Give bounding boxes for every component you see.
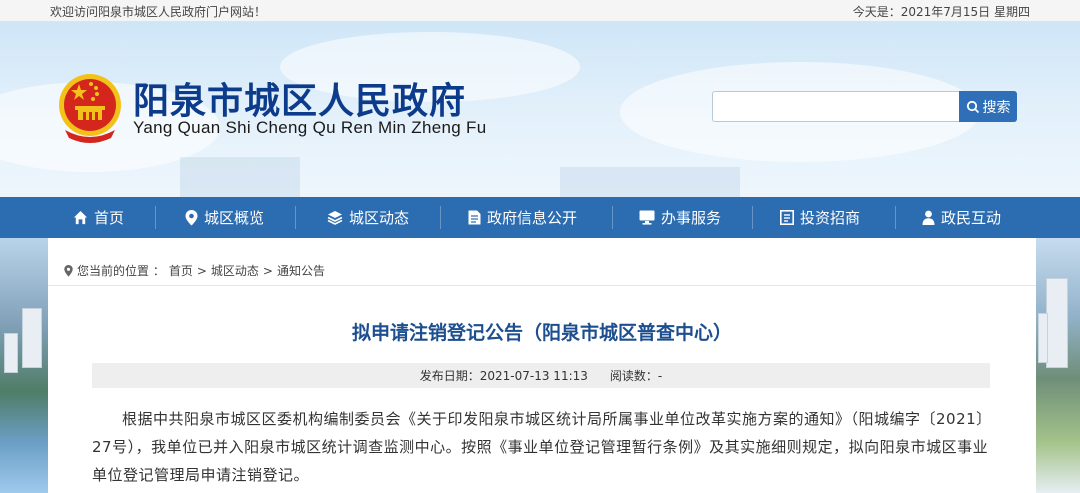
- nav-item-home[interactable]: 首页: [73, 197, 124, 238]
- breadcrumb-link-notices[interactable]: 通知公告: [277, 262, 325, 279]
- views-value: -: [657, 369, 663, 383]
- nav-label: 城区动态: [349, 209, 410, 227]
- building-decoration: [1038, 313, 1048, 363]
- nav-label: 投资招商: [800, 209, 861, 227]
- document-icon: [468, 210, 481, 225]
- publish-date-value: 2021-07-13 11:13: [479, 369, 588, 383]
- skyline-decoration: [180, 157, 300, 197]
- nav-item-services[interactable]: 办事服务: [639, 197, 721, 238]
- nav-item-overview[interactable]: 城区概览: [185, 197, 264, 238]
- national-emblem-icon: [59, 74, 121, 143]
- nav-label: 政府信息公开: [487, 209, 578, 227]
- nav-item-news[interactable]: 城区动态: [327, 197, 409, 238]
- background-photo-right: [1036, 238, 1080, 493]
- article-meta: 发布日期：2021-07-13 11:13 阅读数：-: [92, 363, 990, 388]
- search-input[interactable]: [712, 91, 960, 122]
- background-photo-left: [0, 238, 48, 493]
- divider: [48, 285, 1036, 286]
- nav-divider: [295, 206, 296, 229]
- breadcrumb-separator: >: [196, 263, 207, 278]
- people-icon: [922, 210, 935, 225]
- breadcrumb: 您当前的位置 ： 首页 > 城区动态 > 通知公告: [64, 262, 325, 279]
- breadcrumb-link-home[interactable]: 首页: [169, 262, 193, 279]
- monitor-icon: [639, 210, 655, 225]
- location-pin-icon: [64, 264, 73, 277]
- breadcrumb-prefix: 您当前的位置 ：: [77, 264, 165, 278]
- nav-divider: [155, 206, 156, 229]
- site-header: 阳泉市城区人民政府 Yang Quan Shi Cheng Qu Ren Min…: [0, 22, 1080, 197]
- search-button-label: 搜索: [982, 99, 1011, 116]
- building-decoration: [1046, 278, 1068, 368]
- publish-date: 发布日期：2021-07-13 11:13: [420, 367, 588, 384]
- breadcrumb-link-news[interactable]: 城区动态: [211, 262, 259, 279]
- nav-divider: [752, 206, 753, 229]
- briefcase-icon: [780, 210, 794, 225]
- top-bar: 欢迎访问阳泉市城区人民政府门户网站！ 今天是：2021年7月15日 星期四: [0, 0, 1080, 22]
- view-count: 阅读数：-: [610, 367, 662, 384]
- site-subtitle: Yang Quan Shi Cheng Qu Ren Min Zheng Fu: [133, 118, 487, 137]
- site-title: 阳泉市城区人民政府: [133, 80, 467, 122]
- nav-label: 城区概览: [204, 209, 265, 227]
- article-title: 拟申请注销登记公告（阳泉市城区普查中心）: [351, 322, 732, 344]
- publish-label: 发布日期：: [419, 369, 480, 383]
- nav-label: 办事服务: [661, 209, 722, 227]
- nav-item-gov-info[interactable]: 政府信息公开: [468, 197, 577, 238]
- nav-label: 政民互动: [941, 209, 1002, 227]
- nav-divider: [895, 206, 896, 229]
- skyline-decoration: [560, 167, 740, 197]
- article-panel: 您当前的位置 ： 首页 > 城区动态 > 通知公告 拟申请注销登记公告（阳泉市城…: [48, 238, 1036, 493]
- search-icon: [966, 100, 979, 113]
- search-button[interactable]: 搜索: [959, 91, 1017, 122]
- nav-divider: [612, 206, 613, 229]
- welcome-text: 欢迎访问阳泉市城区人民政府门户网站！: [50, 5, 267, 19]
- nav-label: 首页: [94, 209, 125, 227]
- date-text: 今天是：2021年7月15日 星期四: [852, 5, 1030, 19]
- nav-item-investment[interactable]: 投资招商: [780, 197, 860, 238]
- building-decoration: [22, 308, 42, 368]
- nav-divider: [440, 206, 441, 229]
- breadcrumb-separator: >: [262, 263, 273, 278]
- home-icon: [73, 210, 88, 225]
- nav-item-interaction[interactable]: 政民互动: [922, 197, 1001, 238]
- article-body: 根据中共阳泉市城区区委机构编制委员会《关于印发阳泉市城区统计局所属事业单位改革实…: [92, 410, 992, 484]
- location-pin-icon: [185, 209, 198, 225]
- views-label: 阅读数：: [609, 369, 658, 383]
- layers-icon: [327, 211, 343, 225]
- main-nav: 首页 城区概览 城区动态 政府信息公开 办事服务 投资招商 政民互动: [0, 197, 1080, 238]
- building-decoration: [4, 333, 18, 373]
